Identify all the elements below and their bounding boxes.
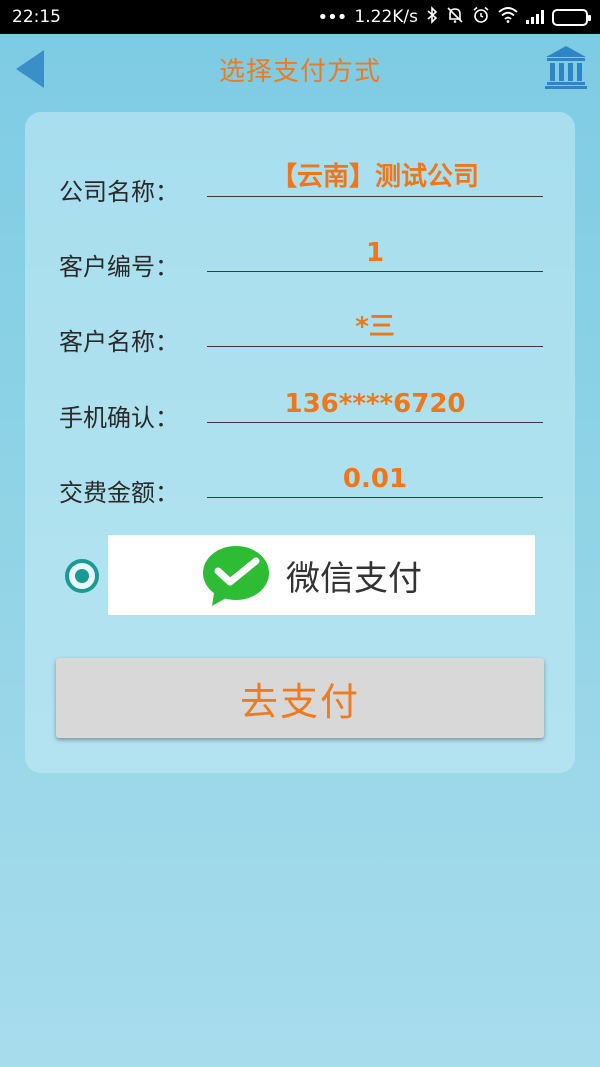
status-icons: ••• 1.22K/s [317, 6, 591, 28]
bank-icon [545, 46, 587, 89]
customer-id-row: 客户编号： 1 [59, 222, 543, 282]
customer-id-value: 1 [365, 238, 385, 268]
payment-card: 公司名称： 【云南】测试公司 客户编号： 1 客户名称： *三 手机确认： 13… [25, 112, 575, 773]
bluetooth-icon [426, 6, 438, 28]
status-time: 22:15 [12, 7, 61, 27]
wechat-pay-box[interactable]: 微信支付 [108, 535, 535, 615]
mute-icon [446, 6, 464, 28]
wifi-icon [498, 7, 518, 27]
status-bar: 22:15 ••• 1.22K/s [0, 0, 600, 34]
wechat-pay-radio[interactable] [65, 559, 99, 593]
field-underline [207, 271, 543, 272]
field-underline [207, 346, 543, 347]
customer-name-label: 客户名称： [59, 328, 179, 356]
customer-name-value: *三 [355, 312, 395, 342]
field-underline [207, 497, 543, 498]
more-dots-icon: ••• [317, 6, 348, 28]
customer-id-label: 客户编号： [59, 253, 179, 281]
battery-icon [552, 8, 591, 26]
wechat-icon [203, 546, 269, 606]
wechat-pay-option: 微信支付 [61, 535, 541, 615]
payment-amount-row: 交费金额： 0.01 [59, 448, 543, 508]
company-name-row: 公司名称： 【云南】测试公司 [59, 147, 543, 207]
back-button[interactable] [14, 48, 46, 90]
radio-selected-dot [75, 569, 89, 583]
phone-confirm-row: 手机确认： 136****6720 [59, 373, 543, 433]
field-underline [207, 196, 543, 197]
alarm-icon [472, 6, 490, 28]
company-name-label: 公司名称： [59, 178, 179, 206]
field-underline [207, 422, 543, 423]
page-title: 选择支付方式 [218, 56, 381, 87]
payment-amount-label: 交费金额： [59, 479, 179, 507]
signal-icon [526, 10, 544, 24]
network-speed: 1.22K/s [354, 7, 418, 27]
header-bar: 选择支付方式 [0, 34, 600, 104]
wechat-pay-label: 微信支付 [286, 558, 422, 599]
back-arrow-icon [16, 50, 44, 88]
go-pay-button[interactable]: 去支付 [56, 658, 544, 738]
customer-name-row: 客户名称： *三 [59, 297, 543, 357]
company-name-value: 【云南】测试公司 [270, 162, 479, 192]
phone-confirm-value: 136****6720 [284, 389, 466, 419]
payment-amount-value: 0.01 [342, 464, 408, 494]
bank-button[interactable] [544, 44, 588, 90]
phone-confirm-label: 手机确认： [59, 404, 179, 432]
